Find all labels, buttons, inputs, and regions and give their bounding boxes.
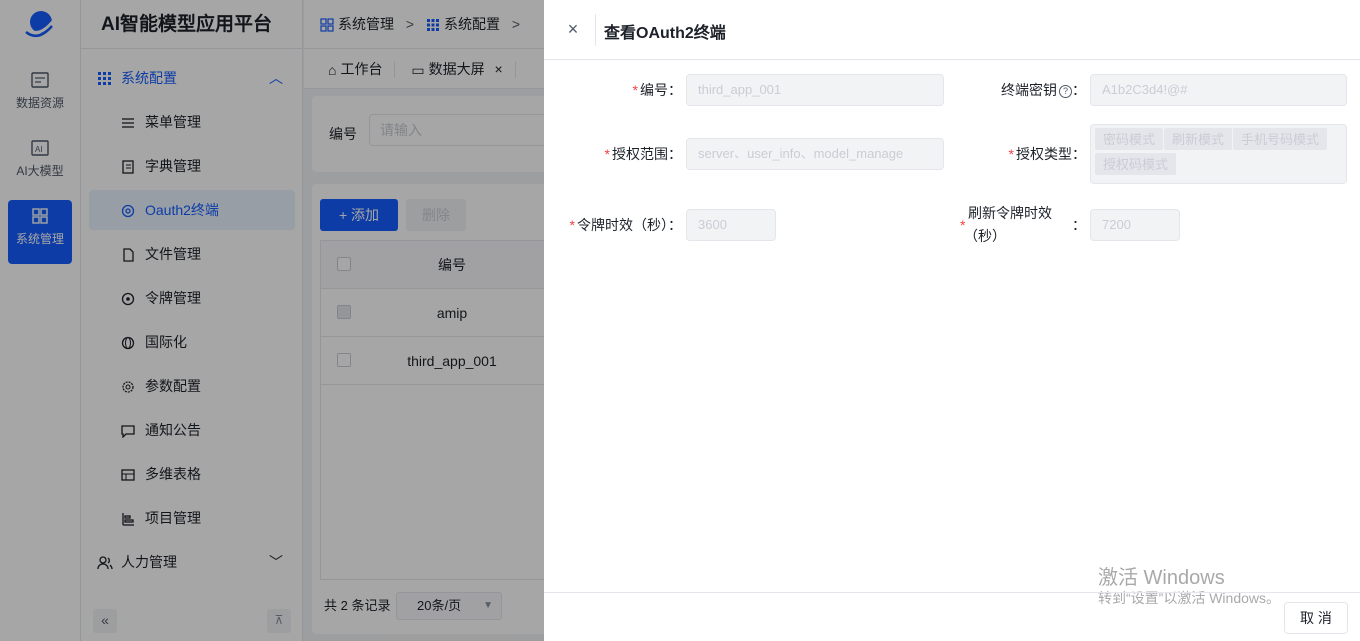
label-colon: ： (1072, 146, 1086, 162)
required-mark: * (604, 146, 610, 162)
label-colon: ： (1072, 217, 1086, 233)
client-id-label: * 编号： (564, 80, 682, 100)
drawer-title: 查看OAuth2终端 (604, 25, 726, 42)
grant-type-tag: 刷新模式 (1164, 128, 1233, 150)
secret-field[interactable]: A1b2C3d4!@# (1090, 74, 1347, 106)
grant-type-label: * 授权类型： (964, 144, 1086, 164)
view-oauth2-drawer: × 查看OAuth2终端 * 编号： third_app_001 终端密钥?： A… (544, 0, 1360, 641)
label-text: 授权类型 (1016, 146, 1072, 162)
refresh-validity-field[interactable]: 7200 (1090, 209, 1180, 241)
label-text: 令牌时效（秒） (577, 217, 668, 233)
required-mark: * (632, 82, 638, 98)
required-mark: * (569, 217, 575, 233)
token-validity-field[interactable]: 3600 (686, 209, 776, 241)
drawer-mask[interactable] (0, 0, 544, 641)
label-colon: ： (668, 82, 682, 98)
label-text: 授权范围 (612, 146, 668, 162)
label-text: 刷新令牌时效 (968, 205, 1052, 221)
refresh-validity-label: * 刷新令牌时效 （秒） ： (958, 203, 1086, 247)
label-colon: ： (668, 146, 682, 162)
label-text: 终端密钥 (1001, 82, 1057, 98)
label-colon: ： (1072, 82, 1086, 98)
help-icon[interactable]: ? (1059, 84, 1072, 98)
divider (595, 14, 596, 46)
windows-activation-watermark: 激活 Windows (1098, 567, 1225, 589)
label-text: 编号 (640, 82, 668, 98)
cancel-button[interactable]: 取 消 (1284, 602, 1348, 634)
grant-type-tag: 手机号码模式 (1233, 128, 1328, 150)
scope-field[interactable]: server、user_info、model_manage (686, 138, 944, 170)
close-icon[interactable]: × (564, 18, 582, 40)
grant-type-tag: 授权码模式 (1095, 153, 1177, 175)
grant-type-field[interactable]: 密码模式 刷新模式 手机号码模式授权码模式 (1090, 124, 1347, 184)
required-mark: * (1008, 146, 1014, 162)
token-validity-label: * 令牌时效（秒）： (554, 215, 682, 235)
grant-type-tag: 密码模式 (1095, 128, 1164, 150)
scope-label: * 授权范围： (564, 144, 682, 164)
label-text: （秒） (964, 228, 1006, 244)
app-root: 数据资源 AI AI大模型 系统管理 AI智能模型应用平台 系统配置 ︿ 菜单管… (0, 0, 1360, 641)
label-colon: ： (668, 217, 682, 233)
drawer-header: × 查看OAuth2终端 (544, 0, 1360, 60)
drawer-footer: 取 消 (544, 592, 1360, 641)
secret-label: 终端密钥?： (964, 80, 1086, 100)
client-id-field[interactable]: third_app_001 (686, 74, 944, 106)
